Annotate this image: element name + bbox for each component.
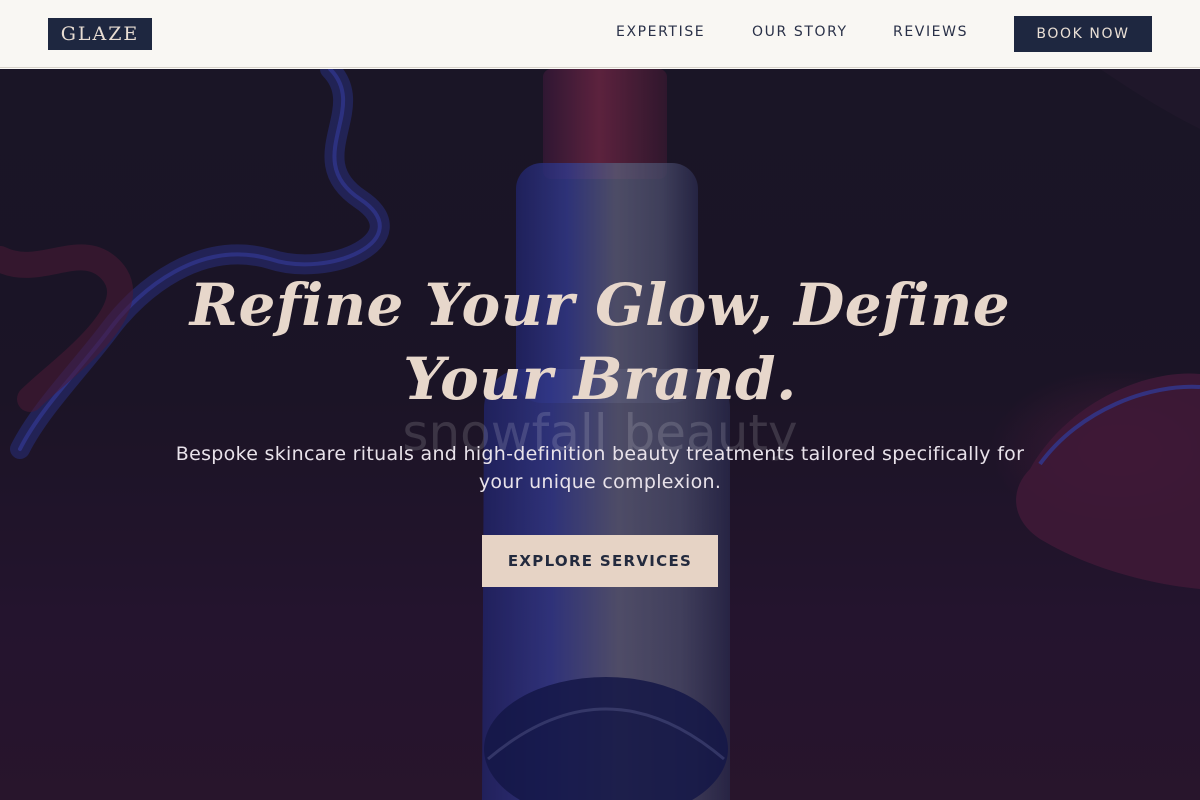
hero-subtitle: Bespoke skincare rituals and high-defini… [175, 443, 1025, 493]
hero-title: Refine Your Glow, Define Your Brand. [189, 271, 1011, 413]
nav-link-expertise[interactable]: EXPERTISE [616, 24, 705, 44]
book-now-button[interactable]: BOOK NOW [1014, 16, 1152, 52]
top-navbar: GLAZE EXPERTISE OUR STORY REVIEWS BOOK N… [0, 0, 1200, 68]
hero-section: snowfall beauty Refine Your Glow, Define… [0, 69, 1200, 800]
hero-background-image: snowfall beauty [0, 69, 1200, 800]
explore-services-button[interactable]: EXPLORE SERVICES [482, 535, 718, 587]
brand-logo[interactable]: GLAZE [48, 18, 152, 50]
nav-link-our-story[interactable]: OUR STORY [752, 24, 848, 44]
nav-link-reviews[interactable]: REVIEWS [893, 24, 968, 44]
